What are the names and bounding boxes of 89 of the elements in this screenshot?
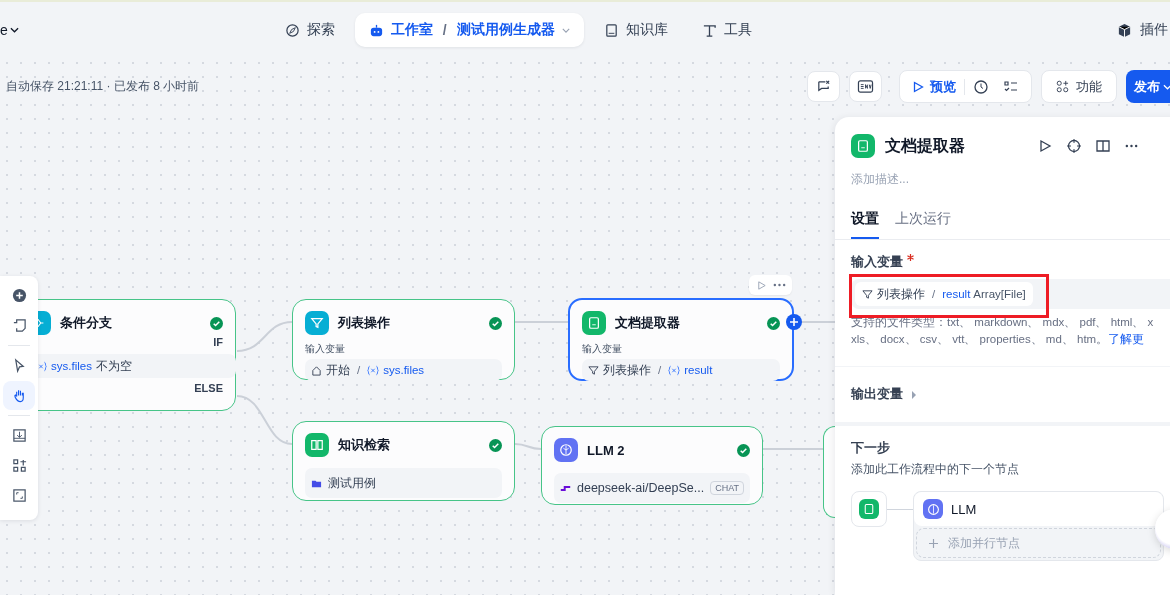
- nav-tab[interactable]: 工作室 / 测试用例生成器: [354, 13, 584, 47]
- node-title: 条件分支: [60, 314, 113, 332]
- source-node-name: 开始: [326, 362, 350, 378]
- connector-line: [236, 395, 293, 445]
- node-title: 知识检索: [338, 436, 391, 454]
- chevron-down-icon: [561, 27, 570, 33]
- plugins-link[interactable]: 插件: [1117, 21, 1168, 39]
- workflow-node[interactable]: [823, 426, 835, 518]
- branch-label: ELSE: [193, 382, 223, 396]
- model-name: deepseek-ai/DeepSe...: [577, 481, 705, 495]
- next-node-item[interactable]: LLM: [914, 492, 1163, 526]
- more-icon[interactable]: [772, 283, 786, 287]
- node-title: 列表操作: [338, 314, 391, 332]
- plus-icon: [929, 538, 938, 548]
- variable-name: sys.files: [383, 364, 425, 376]
- filter-icon: [588, 364, 599, 376]
- source-node-name: 列表操作: [603, 362, 651, 378]
- workflow-node[interactable]: 列表操作 输入变量 开始 / sys.files: [292, 299, 515, 380]
- node-title: 文档提取器: [615, 314, 681, 332]
- variable-name: result: [684, 364, 713, 376]
- workflow-node[interactable]: 知识检索 测试用例: [292, 421, 515, 501]
- path-separator: /: [658, 364, 662, 376]
- variable-name: result: [942, 288, 971, 300]
- publish-button[interactable]: 发布: [1126, 70, 1170, 103]
- book-icon: [603, 22, 619, 38]
- variable-icon: [367, 364, 380, 376]
- hand-icon[interactable]: [3, 381, 35, 410]
- nav-tab[interactable]: 工具: [687, 13, 766, 47]
- apps-icon: [1056, 80, 1069, 93]
- workflow-node[interactable]: 文档提取器 输入变量 列表操作 / result: [568, 298, 794, 381]
- success-icon: [737, 443, 750, 457]
- panel-title: 文档提取器: [885, 135, 966, 156]
- robot-icon: [368, 22, 384, 38]
- path-separator: /: [357, 364, 361, 376]
- node-title: LLM 2: [587, 442, 626, 458]
- more-icon[interactable]: [1125, 144, 1138, 148]
- connector-line: [799, 321, 836, 323]
- tab[interactable]: 设置: [851, 206, 879, 239]
- variable-icon: [668, 364, 681, 376]
- document-icon: [851, 134, 875, 158]
- input-label: 输入变量: [305, 342, 346, 356]
- compass-icon: [284, 22, 300, 38]
- success-icon: [489, 316, 502, 330]
- section-description: 添加此工作流程中的下一个节点: [851, 461, 1020, 478]
- connector-line: [762, 448, 824, 450]
- variable-type: Array[File]: [973, 288, 1026, 300]
- nav-tab[interactable]: 知识库: [589, 13, 682, 47]
- workflow-node[interactable]: LLM 2 deepseek-ai/DeepSe... CHAT: [541, 426, 763, 505]
- run-icon[interactable]: [1038, 139, 1052, 153]
- variable-field[interactable]: 列表操作 / result Array[File]: [851, 279, 1170, 309]
- condition-operator: 不为空: [95, 358, 132, 374]
- workspace-selector[interactable]: e: [0, 22, 19, 38]
- crosshair-icon[interactable]: [1067, 139, 1081, 153]
- chevron-down-icon: [1163, 83, 1170, 90]
- book-icon[interactable]: [1096, 139, 1110, 153]
- variable-chip[interactable]: 列表操作 / result Array[File]: [855, 282, 1033, 306]
- path-separator: /: [932, 288, 936, 300]
- success-icon: [489, 438, 502, 452]
- filter-icon: [862, 288, 873, 300]
- history-icon[interactable]: [973, 78, 989, 95]
- document-icon: [859, 499, 879, 519]
- section-label: 输出变量: [851, 386, 903, 403]
- env-icon[interactable]: [849, 71, 882, 102]
- play-icon: [912, 80, 924, 93]
- section-label: 输入变量: [851, 254, 903, 271]
- mode-badge: CHAT: [710, 481, 744, 495]
- features-button[interactable]: 功能: [1041, 70, 1117, 103]
- success-icon: [767, 316, 780, 330]
- learn-more-link[interactable]: 了解更: [1108, 333, 1145, 345]
- preview-button[interactable]: 预览: [900, 77, 956, 96]
- variable-name: sys.files: [51, 360, 92, 372]
- tab[interactable]: 上次运行: [895, 206, 951, 239]
- expand-caret-icon[interactable]: [911, 390, 917, 399]
- save-status: 自动保存 21:21:11 · 已发布 8 小时前: [6, 78, 200, 95]
- dataset-name: 测试用例: [328, 475, 376, 491]
- success-icon: [210, 316, 223, 330]
- branch-label: IF: [212, 336, 223, 350]
- add-node-icon[interactable]: [786, 314, 802, 330]
- cube-icon: [1117, 22, 1132, 38]
- section-title: 下一步: [851, 440, 891, 457]
- tool-icon: [701, 22, 717, 38]
- connector-line: [236, 321, 293, 352]
- input-label: 输入变量: [582, 342, 623, 356]
- home-icon: [311, 364, 322, 376]
- nav-tab[interactable]: 探索: [270, 13, 349, 47]
- chevron-down-icon: [9, 27, 19, 33]
- source-node-name: 列表操作: [877, 286, 925, 302]
- connector-line: [514, 321, 569, 323]
- connector-line: [514, 443, 542, 450]
